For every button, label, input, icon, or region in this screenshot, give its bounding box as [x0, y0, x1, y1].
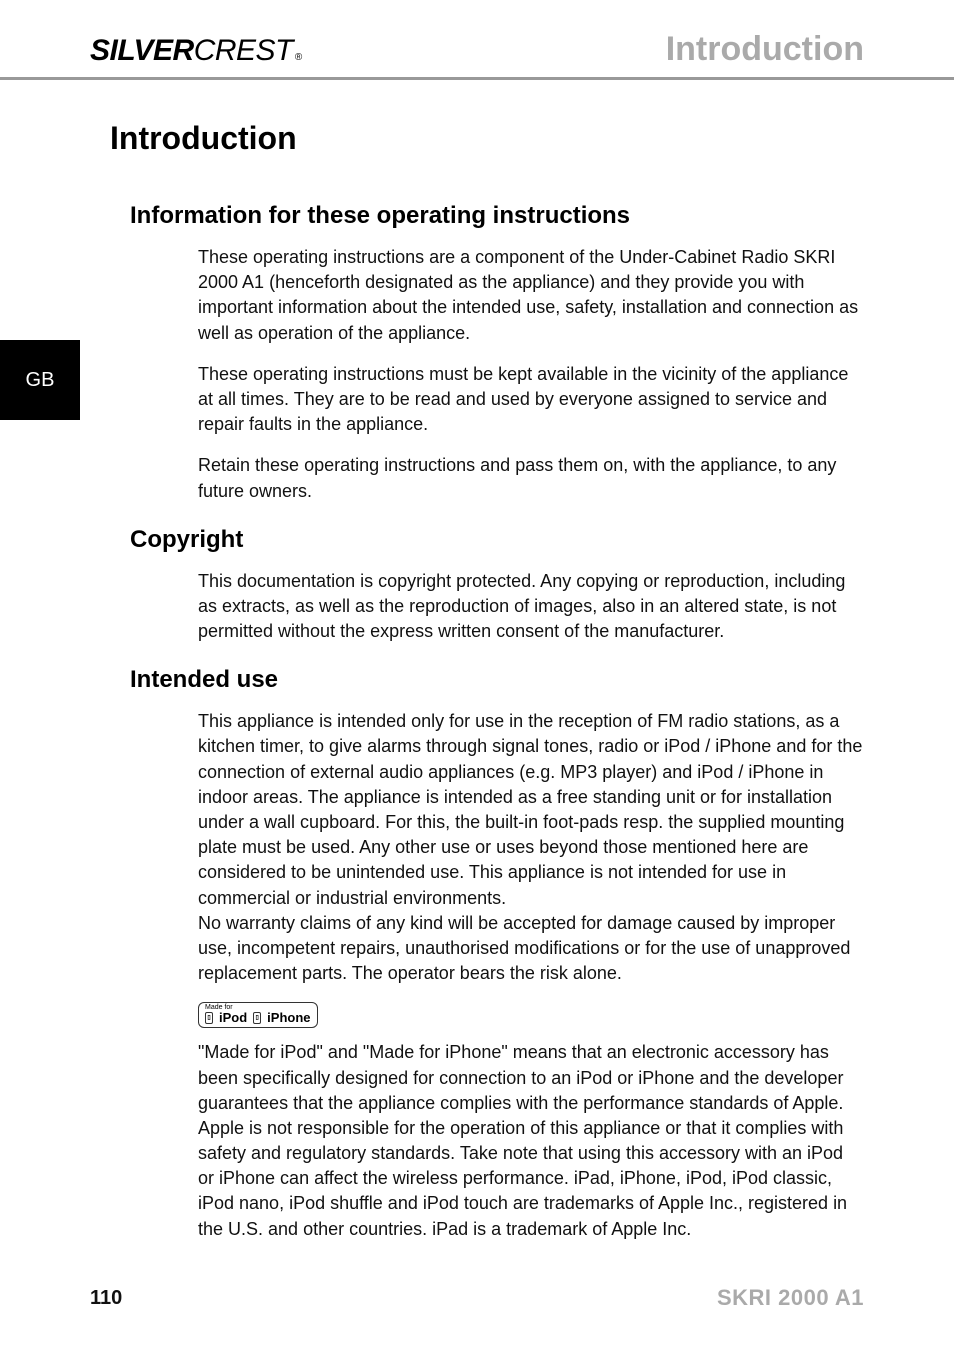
header-section-title: Introduction — [666, 30, 864, 69]
made-for-badge: Made for ▯ iPod ▯ iPhone — [198, 1002, 318, 1028]
made-for-badge-wrap: Made for ▯ iPod ▯ iPhone — [198, 1002, 864, 1028]
iphone-icon: ▯ — [253, 1012, 261, 1024]
body-paragraph: "Made for iPod" and "Made for iPhone" me… — [198, 1040, 864, 1242]
subsection-heading-copyright: Copyright — [130, 526, 864, 554]
page-header: SILVERCREST® Introduction — [0, 0, 954, 80]
language-code: GB — [26, 369, 55, 392]
main-content: Introduction Information for these opera… — [0, 120, 954, 1242]
main-heading: Introduction — [110, 120, 864, 157]
ipod-icon: ▯ — [205, 1012, 213, 1024]
body-paragraph: This documentation is copyright protecte… — [198, 569, 864, 645]
badge-ipod: iPod — [219, 1011, 247, 1024]
body-paragraph: This appliance is intended only for use … — [198, 709, 864, 986]
body-paragraph: Retain these operating instructions and … — [198, 453, 864, 503]
body-paragraph: These operating instructions must be kep… — [198, 362, 864, 438]
brand-part1: SILVER — [90, 34, 194, 68]
brand-logo: SILVERCREST® — [90, 34, 302, 68]
page-footer: 110 SKRI 2000 A1 — [0, 1285, 954, 1311]
subsection-heading-info: Information for these operating instruct… — [130, 202, 864, 230]
subsection-heading-intended-use: Intended use — [130, 666, 864, 694]
registered-mark: ® — [295, 52, 302, 63]
badge-bottom: ▯ iPod ▯ iPhone — [205, 1011, 311, 1024]
badge-iphone: iPhone — [267, 1011, 310, 1024]
language-tab: GB — [0, 340, 80, 420]
page-number: 110 — [90, 1287, 122, 1310]
model-label: SKRI 2000 A1 — [717, 1285, 864, 1311]
body-paragraph: These operating instructions are a compo… — [198, 245, 864, 346]
brand-part2: CREST — [194, 34, 293, 68]
